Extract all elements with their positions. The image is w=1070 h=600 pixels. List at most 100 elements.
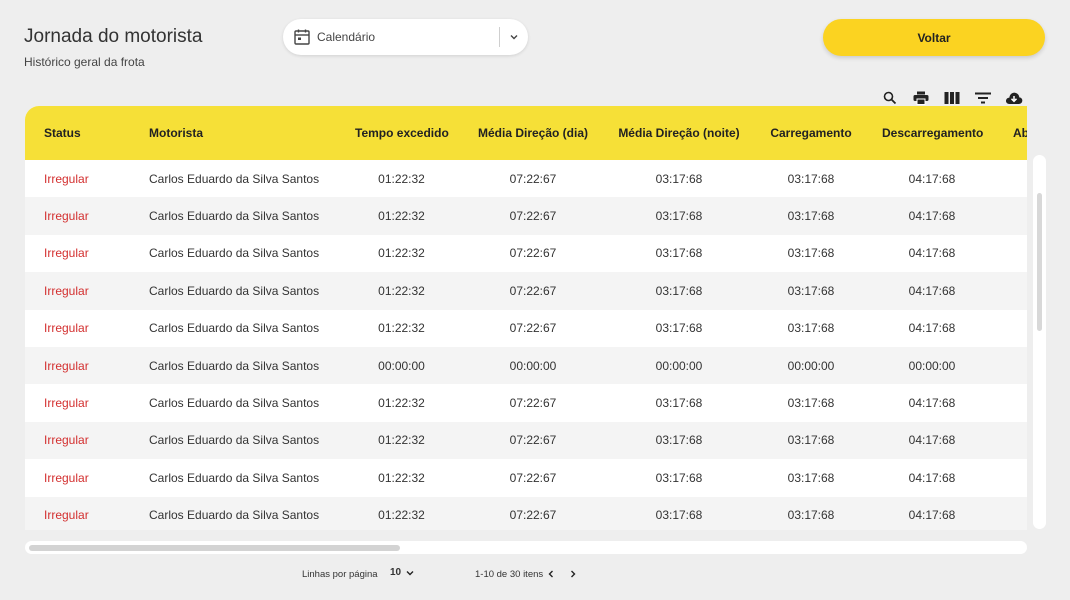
status-cell: Irregular xyxy=(44,246,89,261)
media-direcao-noite-cell: 03:17:68 xyxy=(655,508,703,523)
tempo-excedido-cell: 01:22:32 xyxy=(378,283,425,298)
media-direcao-noite-cell: 03:17:68 xyxy=(655,209,703,224)
tempo-excedido-cell: 01:22:32 xyxy=(378,246,425,261)
print-icon[interactable] xyxy=(905,88,936,108)
descarregamento-cell: 04:17:68 xyxy=(908,433,956,448)
search-icon[interactable] xyxy=(874,88,905,108)
page-subtitle: Histórico geral da frota xyxy=(24,55,145,69)
table-body: Irregular Carlos Eduardo da Silva Santos… xyxy=(25,160,1027,530)
table-row[interactable]: Irregular Carlos Eduardo da Silva Santos… xyxy=(25,496,1027,530)
table-row[interactable]: Irregular Carlos Eduardo da Silva Santos… xyxy=(25,384,1027,421)
rows-per-page-value: 10 xyxy=(390,567,402,578)
motorista-cell: Carlos Eduardo da Silva Santos xyxy=(149,433,320,448)
motorista-cell: Carlos Eduardo da Silva Santos xyxy=(149,508,320,523)
motorista-cell: Carlos Eduardo da Silva Santos xyxy=(149,358,320,373)
status-cell: Irregular xyxy=(44,396,89,411)
media-direcao-dia-cell: 00:00:00 xyxy=(509,358,557,373)
carregamento-cell: 00:00:00 xyxy=(787,358,835,373)
motorista-cell: Carlos Eduardo da Silva Santos xyxy=(149,171,320,186)
rows-per-page-select[interactable]: 10 xyxy=(390,567,415,578)
calendar-select[interactable]: Calendário xyxy=(283,19,528,55)
status-cell: Irregular xyxy=(44,283,89,298)
table-row[interactable]: Irregular Carlos Eduardo da Silva Santos… xyxy=(25,197,1027,235)
status-cell: Irregular xyxy=(44,470,89,485)
calendar-icon xyxy=(293,28,311,46)
motorista-cell: Carlos Eduardo da Silva Santos xyxy=(149,396,320,411)
table-row[interactable]: Irregular Carlos Eduardo da Silva Santos… xyxy=(25,160,1027,197)
column-header-motorista[interactable]: Motorista xyxy=(149,126,203,140)
tempo-excedido-cell: 01:22:32 xyxy=(378,433,425,448)
tempo-excedido-cell: 01:22:32 xyxy=(378,508,425,523)
vertical-scrollbar-thumb[interactable] xyxy=(1037,193,1042,331)
carregamento-cell: 03:17:68 xyxy=(787,209,835,224)
chevron-left-icon[interactable] xyxy=(545,567,557,581)
chevron-down-icon xyxy=(405,568,415,578)
column-header-tempo-excedido[interactable]: Tempo excedido xyxy=(355,126,449,140)
page-range-label: 1-10 de 30 itens xyxy=(475,569,544,580)
status-cell: Irregular xyxy=(44,209,89,224)
table-row[interactable]: Irregular Carlos Eduardo da Silva Santos… xyxy=(25,235,1027,272)
descarregamento-cell: 00:00:00 xyxy=(908,358,956,373)
table-row[interactable]: Irregular Carlos Eduardo da Silva Santos… xyxy=(25,459,1027,496)
table-row[interactable]: Irregular Carlos Eduardo da Silva Santos… xyxy=(25,421,1027,460)
tempo-excedido-cell: 01:22:32 xyxy=(378,209,425,224)
carregamento-cell: 03:17:68 xyxy=(787,283,835,298)
table-row[interactable]: Irregular Carlos Eduardo da Silva Santos… xyxy=(25,346,1027,385)
horizontal-scrollbar-thumb[interactable] xyxy=(29,545,400,551)
column-header-media-direcao-noite[interactable]: Média Direção (noite) xyxy=(618,126,740,140)
horizontal-scrollbar[interactable] xyxy=(25,541,1027,554)
data-table: Status Motorista Tempo excedido Média Di… xyxy=(25,106,1027,530)
descarregamento-cell: 04:17:68 xyxy=(908,321,956,336)
media-direcao-noite-cell: 03:17:68 xyxy=(655,470,703,485)
media-direcao-dia-cell: 07:22:67 xyxy=(509,508,557,523)
status-cell: Irregular xyxy=(44,508,89,523)
media-direcao-dia-cell: 07:22:67 xyxy=(509,246,557,261)
descarregamento-cell: 04:17:68 xyxy=(908,508,956,523)
descarregamento-cell: 04:17:68 xyxy=(908,209,956,224)
descarregamento-cell: 04:17:68 xyxy=(908,246,956,261)
motorista-cell: Carlos Eduardo da Silva Santos xyxy=(149,321,320,336)
carregamento-cell: 03:17:68 xyxy=(787,470,835,485)
vertical-scrollbar[interactable] xyxy=(1033,155,1046,529)
column-header-descarregamento[interactable]: Descarregamento xyxy=(882,126,983,140)
media-direcao-dia-cell: 07:22:67 xyxy=(509,283,557,298)
tempo-excedido-cell: 01:22:32 xyxy=(378,470,425,485)
media-direcao-dia-cell: 07:22:67 xyxy=(509,470,557,485)
descarregamento-cell: 04:17:68 xyxy=(908,283,956,298)
column-header-ab[interactable]: Ab xyxy=(1013,126,1027,140)
filter-icon[interactable] xyxy=(967,88,998,108)
carregamento-cell: 03:17:68 xyxy=(787,171,835,186)
columns-icon[interactable] xyxy=(936,88,967,108)
descarregamento-cell: 04:17:68 xyxy=(908,396,956,411)
carregamento-cell: 03:17:68 xyxy=(787,321,835,336)
chevron-down-icon[interactable] xyxy=(500,31,528,43)
status-cell: Irregular xyxy=(44,321,89,336)
carregamento-cell: 03:17:68 xyxy=(787,508,835,523)
media-direcao-noite-cell: 03:17:68 xyxy=(655,433,703,448)
media-direcao-noite-cell: 03:17:68 xyxy=(655,246,703,261)
column-header-status[interactable]: Status xyxy=(44,126,81,140)
media-direcao-noite-cell: 03:17:68 xyxy=(655,171,703,186)
media-direcao-dia-cell: 07:22:67 xyxy=(509,171,557,186)
media-direcao-dia-cell: 07:22:67 xyxy=(509,396,557,411)
table-row[interactable]: Irregular Carlos Eduardo da Silva Santos… xyxy=(25,272,1027,310)
status-cell: Irregular xyxy=(44,433,89,448)
descarregamento-cell: 04:17:68 xyxy=(908,171,956,186)
back-button[interactable]: Voltar xyxy=(823,19,1045,56)
calendar-label: Calendário xyxy=(317,30,376,44)
status-cell: Irregular xyxy=(44,358,89,373)
tempo-excedido-cell: 01:22:32 xyxy=(378,321,425,336)
media-direcao-dia-cell: 07:22:67 xyxy=(509,321,557,336)
tempo-excedido-cell: 00:00:00 xyxy=(378,358,425,373)
table-row[interactable]: Irregular Carlos Eduardo da Silva Santos… xyxy=(25,310,1027,347)
carregamento-cell: 03:17:68 xyxy=(787,396,835,411)
column-header-carregamento[interactable]: Carregamento xyxy=(769,126,853,140)
table-toolbar xyxy=(874,88,1029,108)
column-header-media-direcao-dia[interactable]: Média Direção (dia) xyxy=(477,126,589,140)
media-direcao-noite-cell: 03:17:68 xyxy=(655,321,703,336)
chevron-right-icon[interactable] xyxy=(567,567,579,581)
carregamento-cell: 03:17:68 xyxy=(787,433,835,448)
page-title: Jornada do motorista xyxy=(24,26,203,47)
cloud-download-icon[interactable] xyxy=(998,88,1029,108)
descarregamento-cell: 04:17:68 xyxy=(908,470,956,485)
